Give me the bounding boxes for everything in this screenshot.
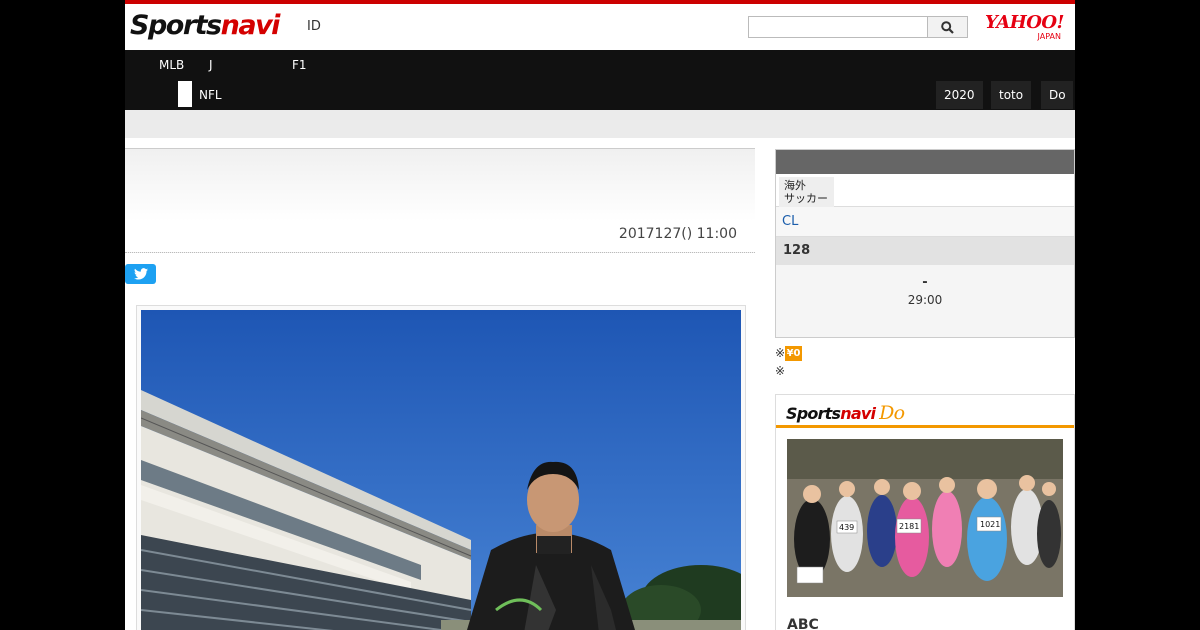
widget-notes: ※ ¥0 ※ <box>775 344 803 380</box>
nav-item-j[interactable]: J <box>209 58 213 72</box>
nav-item-nfl[interactable]: NFL <box>199 88 222 102</box>
search-button[interactable] <box>928 16 968 38</box>
yahoo-japan-logo[interactable]: YAHOO! JAPAN <box>982 13 1067 41</box>
marathon-photo[interactable]: 1021 2181 439 <box>787 439 1063 597</box>
do-logo-sports: Sports <box>786 404 841 423</box>
tweet-button[interactable] <box>125 264 156 284</box>
match-date: 128 <box>776 237 1074 265</box>
do-article-caption[interactable]: ABC <box>787 617 819 630</box>
article-header: 2017127() 11:00 <box>125 148 755 253</box>
note-line-1: ※ ¥0 <box>775 344 803 362</box>
score-widget: 海外 サッカー CL 128 - 29:00 <box>775 149 1075 338</box>
sportsnavi-logo[interactable]: Sportsnavi <box>130 10 281 41</box>
bib-number-439: 439 <box>839 523 854 532</box>
search-input[interactable] <box>748 16 928 38</box>
id-link[interactable]: ID <box>307 19 321 34</box>
match-time: 29:00 <box>907 293 943 307</box>
league-link-cl[interactable]: CL <box>776 207 1074 237</box>
nav-tab-do[interactable]: Do <box>1041 81 1073 109</box>
score-widget-header <box>776 150 1074 174</box>
global-nav: MLB J F1 NFL 2020 toto Do <box>125 50 1075 110</box>
article-photo[interactable] <box>141 310 741 630</box>
note-prefix: ※ <box>775 346 786 360</box>
do-logo-do: Do <box>879 402 905 424</box>
note-line-2: ※ <box>775 364 786 378</box>
tab-overseas-soccer[interactable]: 海外 サッカー <box>779 177 834 207</box>
nav-item-mlb[interactable]: MLB <box>159 58 184 72</box>
nav-item-f1[interactable]: F1 <box>292 58 307 72</box>
logo-text-navi: navi <box>220 10 281 41</box>
sportsnavi-do-box: Sportsnavi Do 1021 2181 439 ABC <box>775 394 1075 630</box>
site-header: Sportsnavi ID YAHOO! JAPAN <box>125 4 1075 50</box>
toto-badge-icon: ¥0 <box>785 346 803 361</box>
twitter-bird-icon <box>133 268 148 280</box>
nav-tab-toto[interactable]: toto <box>991 81 1032 109</box>
nav-tab-2020[interactable]: 2020 <box>936 81 983 109</box>
yahoo-logo-text: YAHOO! <box>985 12 1064 33</box>
yahoo-logo-subtext: JAPAN <box>1037 32 1061 41</box>
marathon-runners-image: 1021 2181 439 <box>787 439 1063 597</box>
search-icon <box>941 20 954 34</box>
sportsnavi-do-header: Sportsnavi Do <box>776 395 1074 428</box>
match-score: - <box>922 275 928 290</box>
page: Sportsnavi ID YAHOO! JAPAN MLB J F1 NFL … <box>125 0 1075 630</box>
article-photo-frame <box>136 305 746 630</box>
article-date: 2017127() 11:00 <box>618 226 737 242</box>
bib-number-1021: 1021 <box>980 520 1000 529</box>
runner-stadium-photo <box>141 310 741 630</box>
score-tabs: 海外 サッカー <box>776 174 1074 207</box>
nav-active-marker <box>178 81 192 107</box>
bib-number-2181: 2181 <box>899 522 919 531</box>
match-card[interactable]: - 29:00 <box>776 265 1074 337</box>
sportsnavi-do-logo[interactable]: Sportsnavi Do <box>786 402 905 424</box>
do-logo-navi: navi <box>840 404 876 423</box>
logo-text-sports: Sports <box>130 10 222 41</box>
sub-nav-bar <box>125 110 1075 138</box>
